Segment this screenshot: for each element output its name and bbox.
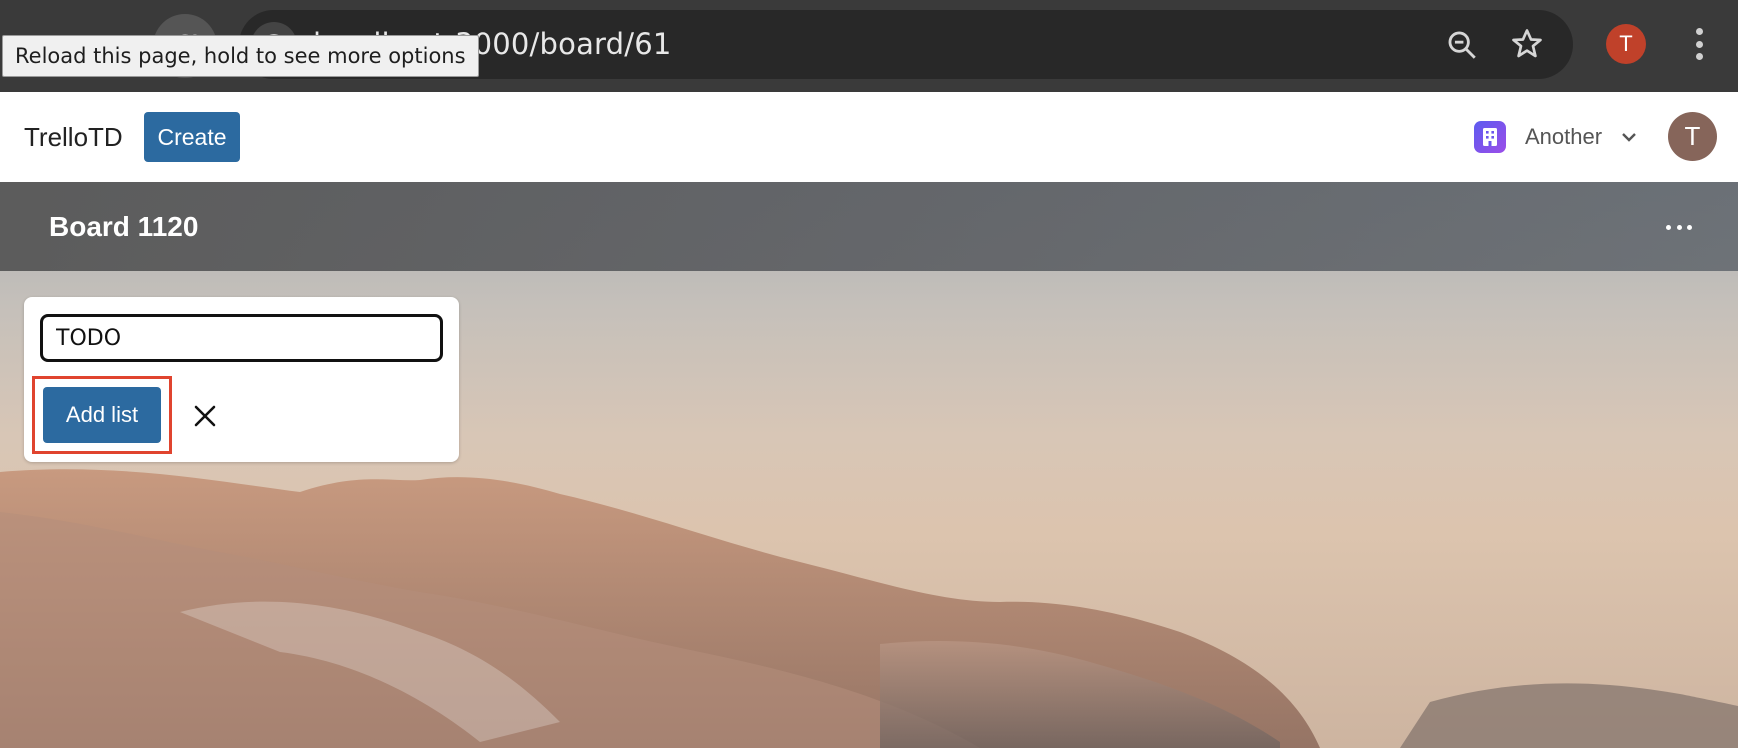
browser-profile-avatar[interactable]: T [1606,24,1646,64]
workspace-switcher[interactable]: Another [1525,92,1602,182]
close-icon[interactable] [188,399,222,433]
reload-tooltip: Reload this page, hold to see more optio… [2,35,479,77]
add-list-form: Add list [24,297,459,462]
add-list-button[interactable]: Add list [43,387,161,443]
zoom-out-icon[interactable] [1445,28,1479,62]
app-header: TrelloTD Create Another T [0,92,1738,182]
browser-toolbar: ‹ › localhost:3000/board/61 [0,0,1738,92]
list-name-input[interactable] [40,314,443,362]
board-title[interactable]: Board 1120 [49,182,198,271]
board-header: Board 1120 [0,182,1738,271]
building-icon[interactable] [1474,121,1506,153]
avatar[interactable]: T [1668,112,1717,161]
more-options-icon[interactable] [1666,212,1692,242]
create-button[interactable]: Create [144,112,240,162]
chevron-down-icon[interactable] [1618,128,1640,146]
kebab-menu-icon[interactable] [1684,22,1714,66]
star-icon[interactable] [1509,26,1545,62]
brand-logo[interactable]: TrelloTD [24,92,123,182]
